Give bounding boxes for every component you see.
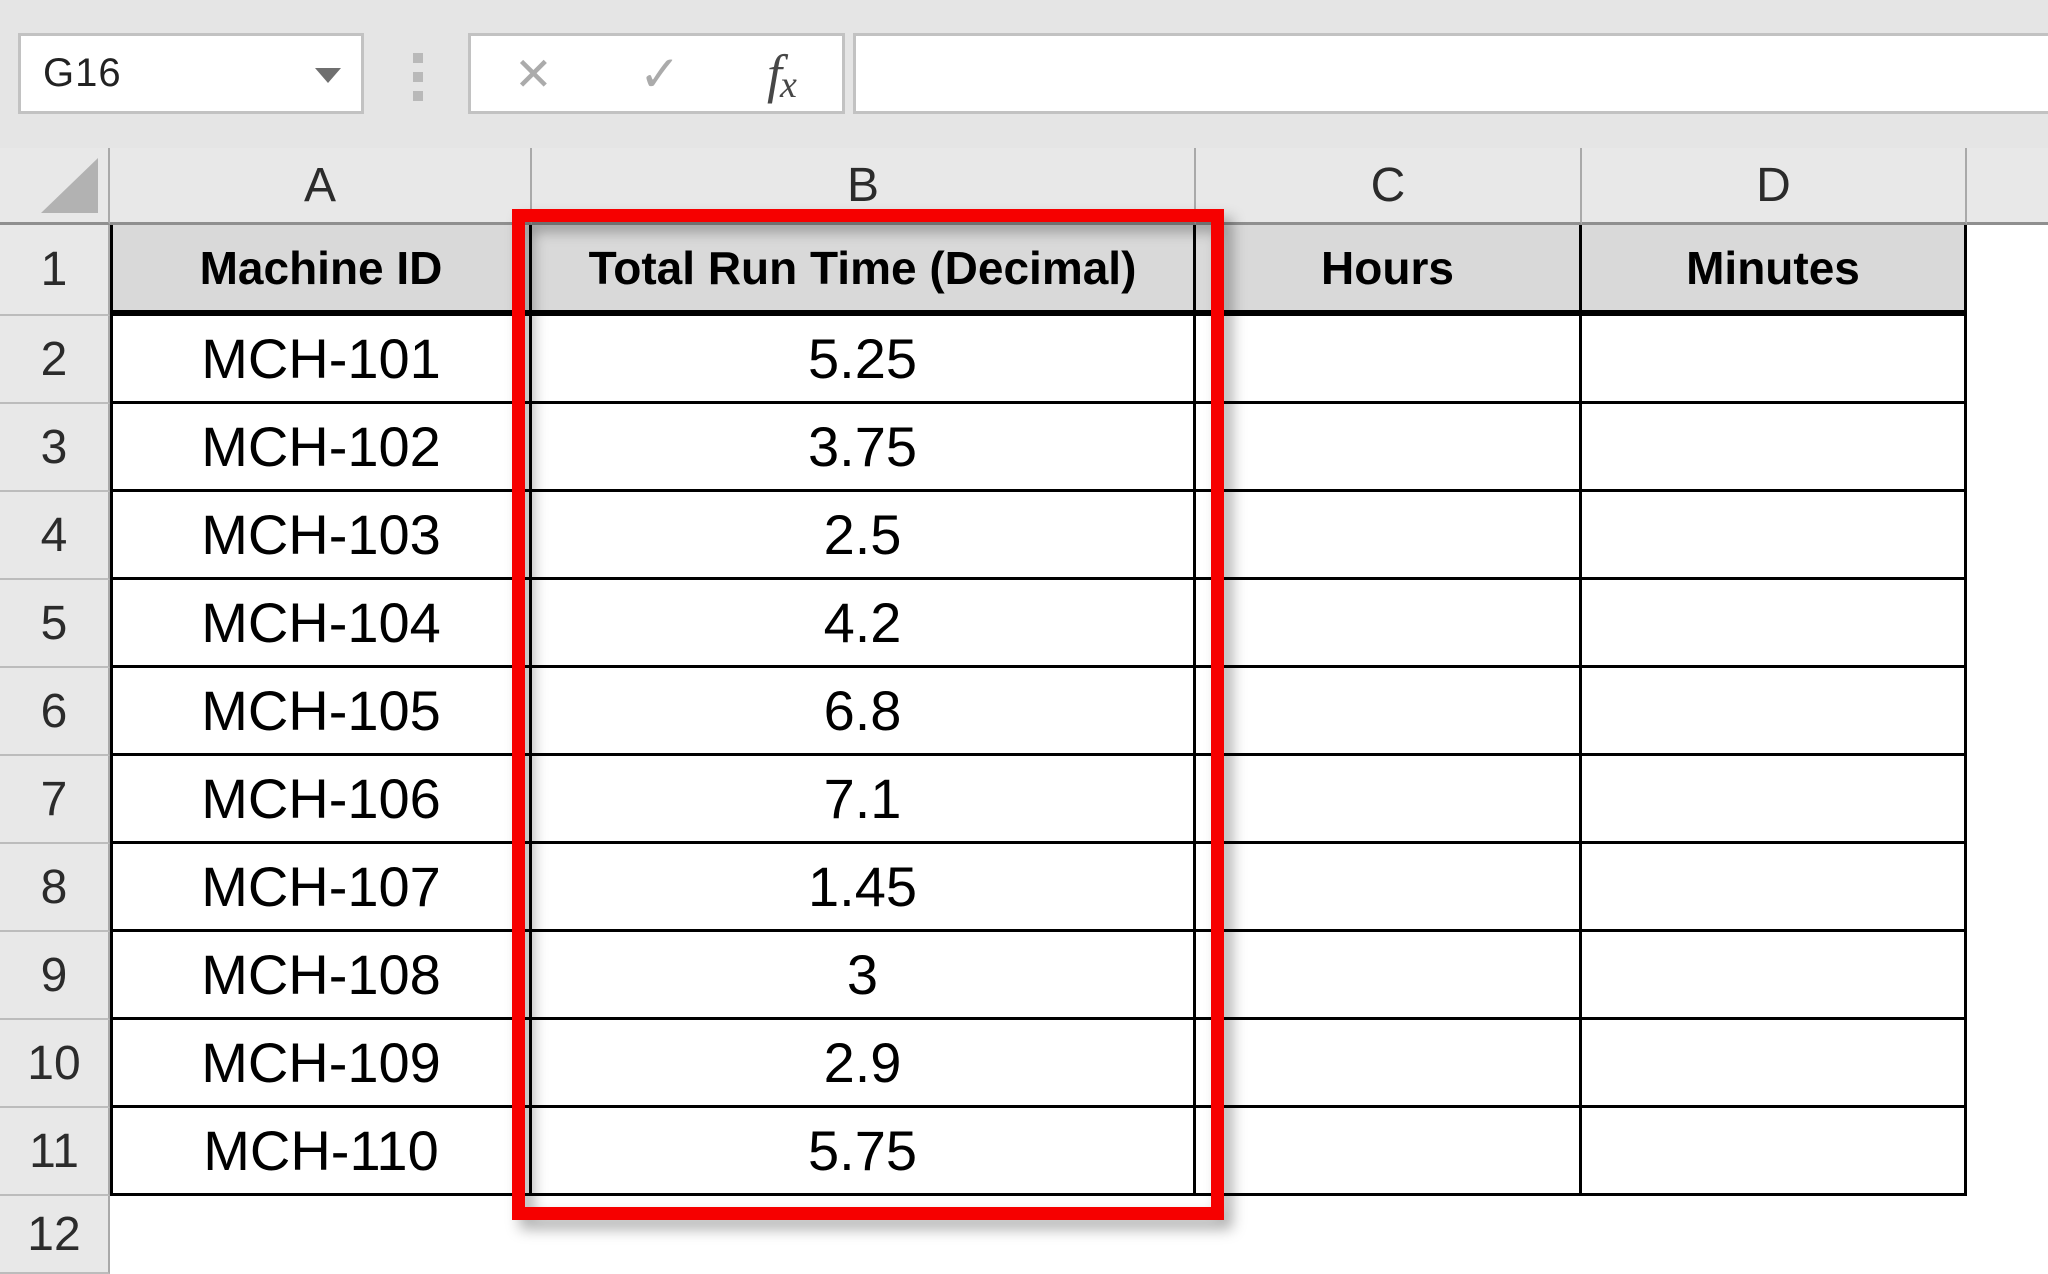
row-header-3[interactable]: 3 xyxy=(0,404,110,492)
cell-A12[interactable] xyxy=(110,1196,532,1274)
cell-A1[interactable]: Machine ID xyxy=(110,225,532,316)
formula-toolbar: G16 ✕ ✓ fx xyxy=(0,0,2048,148)
cell-D5[interactable] xyxy=(1582,580,1967,668)
cell-B2[interactable]: 5.25 xyxy=(532,316,1196,404)
cell-A8[interactable]: MCH-107 xyxy=(110,844,532,932)
row-header-4[interactable]: 4 xyxy=(0,492,110,580)
cell-D3[interactable] xyxy=(1582,404,1967,492)
cell-A3[interactable]: MCH-102 xyxy=(110,404,532,492)
cell-B11[interactable]: 5.75 xyxy=(532,1108,1196,1196)
row-header-2[interactable]: 2 xyxy=(0,316,110,404)
cell-A2[interactable]: MCH-101 xyxy=(110,316,532,404)
cell-A9[interactable]: MCH-108 xyxy=(110,932,532,1020)
row-header-8[interactable]: 8 xyxy=(0,844,110,932)
cell-A11[interactable]: MCH-110 xyxy=(110,1108,532,1196)
cell-A10[interactable]: MCH-109 xyxy=(110,1020,532,1108)
cell-D4[interactable] xyxy=(1582,492,1967,580)
formula-bar[interactable] xyxy=(853,33,2048,114)
cell-D6[interactable] xyxy=(1582,668,1967,756)
cell-D7[interactable] xyxy=(1582,756,1967,844)
row-header-11[interactable]: 11 xyxy=(0,1108,110,1196)
cell-B8[interactable]: 1.45 xyxy=(532,844,1196,932)
cell-C9[interactable] xyxy=(1196,932,1582,1020)
cell-C2[interactable] xyxy=(1196,316,1582,404)
cell-reference: G16 xyxy=(43,51,122,95)
cell-D8[interactable] xyxy=(1582,844,1967,932)
enter-icon[interactable]: ✓ xyxy=(639,49,681,99)
row-header-7[interactable]: 7 xyxy=(0,756,110,844)
cell-C6[interactable] xyxy=(1196,668,1582,756)
cell-A7[interactable]: MCH-106 xyxy=(110,756,532,844)
name-box-dropdown-icon[interactable] xyxy=(315,68,341,83)
cell-D11[interactable] xyxy=(1582,1108,1967,1196)
row-header-10[interactable]: 10 xyxy=(0,1020,110,1108)
cell-D9[interactable] xyxy=(1582,932,1967,1020)
cell-B10[interactable]: 2.9 xyxy=(532,1020,1196,1108)
cell-C8[interactable] xyxy=(1196,844,1582,932)
cell-A5[interactable]: MCH-104 xyxy=(110,580,532,668)
insert-function-icon[interactable]: fx xyxy=(767,47,799,104)
cell-A4[interactable]: MCH-103 xyxy=(110,492,532,580)
column-header-D[interactable]: D xyxy=(1582,148,1967,225)
cell-A6[interactable]: MCH-105 xyxy=(110,668,532,756)
cell-B6[interactable]: 6.8 xyxy=(532,668,1196,756)
row-header-12[interactable]: 12 xyxy=(0,1196,110,1274)
cell-C3[interactable] xyxy=(1196,404,1582,492)
cell-D2[interactable] xyxy=(1582,316,1967,404)
spreadsheet-app: { "toolbar": { "name_box": "G16", "cance… xyxy=(0,0,2048,1274)
row-header-1[interactable]: 1 xyxy=(0,225,110,316)
column-header-A[interactable]: A xyxy=(110,148,532,225)
toolbar-separator-dots xyxy=(413,53,423,101)
cell-C12[interactable] xyxy=(1196,1196,1582,1274)
cell-B3[interactable]: 3.75 xyxy=(532,404,1196,492)
row-header-9[interactable]: 9 xyxy=(0,932,110,1020)
column-header-filler xyxy=(1967,148,2048,225)
cell-C4[interactable] xyxy=(1196,492,1582,580)
worksheet-grid: A B C D 1 Machine ID Total Run Time (Dec… xyxy=(0,148,2048,1274)
row-header-6[interactable]: 6 xyxy=(0,668,110,756)
cell-C7[interactable] xyxy=(1196,756,1582,844)
name-box[interactable]: G16 xyxy=(18,33,364,114)
formula-button-group: ✕ ✓ fx xyxy=(468,33,845,114)
cell-B12[interactable] xyxy=(532,1196,1196,1274)
cell-B4[interactable]: 2.5 xyxy=(532,492,1196,580)
cell-C1[interactable]: Hours xyxy=(1196,225,1582,316)
column-header-C[interactable]: C xyxy=(1196,148,1582,225)
column-header-B[interactable]: B xyxy=(532,148,1196,225)
cell-D10[interactable] xyxy=(1582,1020,1967,1108)
cell-B7[interactable]: 7.1 xyxy=(532,756,1196,844)
cell-B9[interactable]: 3 xyxy=(532,932,1196,1020)
cancel-icon[interactable]: ✕ xyxy=(514,51,553,97)
row-header-5[interactable]: 5 xyxy=(0,580,110,668)
cell-D1[interactable]: Minutes xyxy=(1582,225,1967,316)
cell-C5[interactable] xyxy=(1196,580,1582,668)
cell-C10[interactable] xyxy=(1196,1020,1582,1108)
cell-B1[interactable]: Total Run Time (Decimal) xyxy=(532,225,1196,316)
cell-C11[interactable] xyxy=(1196,1108,1582,1196)
select-all-corner[interactable] xyxy=(0,148,110,225)
select-all-triangle-icon xyxy=(41,158,98,213)
cell-D12[interactable] xyxy=(1582,1196,1967,1274)
cell-B5[interactable]: 4.2 xyxy=(532,580,1196,668)
